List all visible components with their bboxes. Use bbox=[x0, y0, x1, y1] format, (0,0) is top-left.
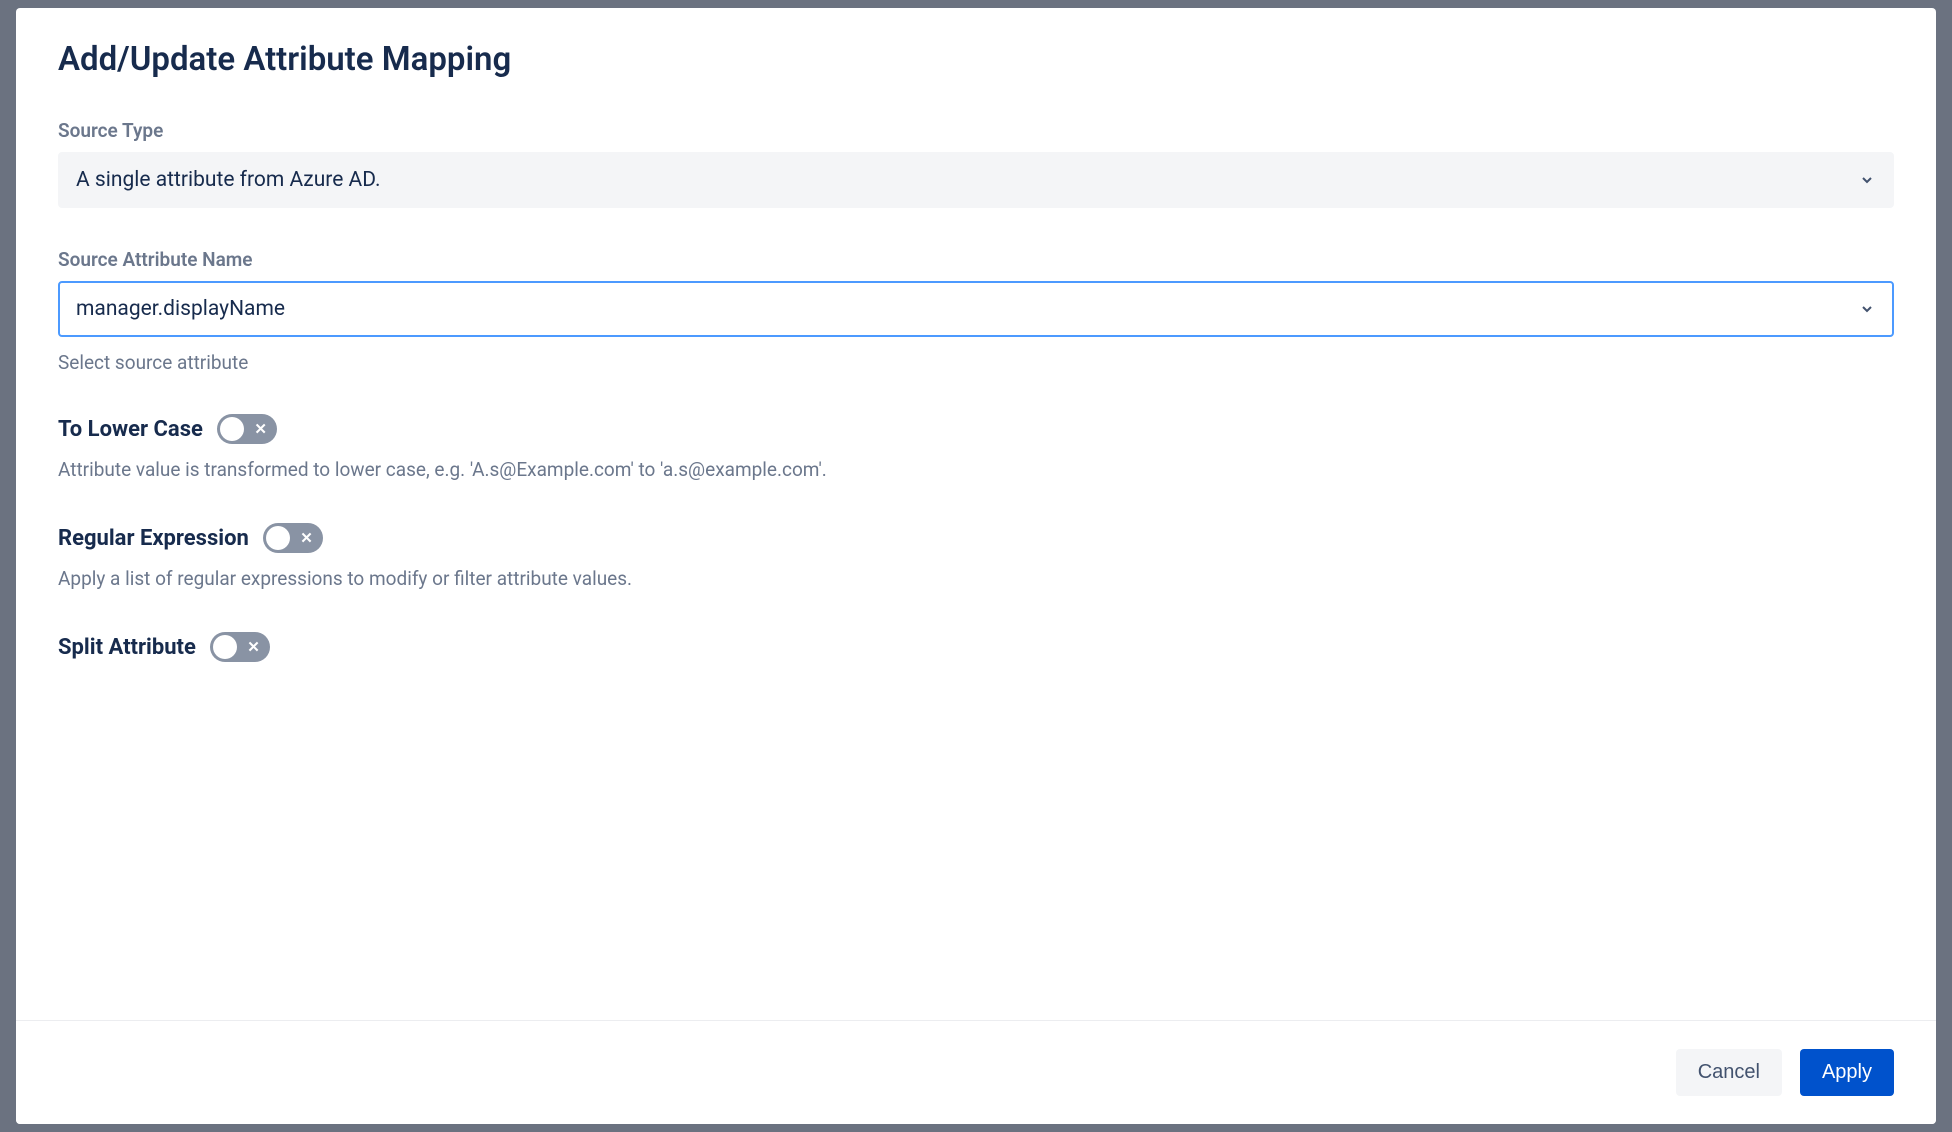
source-attribute-name-select[interactable]: manager.displayName bbox=[58, 281, 1894, 337]
to-lower-case-desc: Attribute value is transformed to lower … bbox=[58, 458, 1894, 481]
regular-expression-section: Regular Expression ✕ Apply a list of reg… bbox=[58, 523, 1894, 590]
source-attribute-name-label: Source Attribute Name bbox=[58, 248, 1894, 271]
cancel-button[interactable]: Cancel bbox=[1676, 1049, 1782, 1096]
close-icon: ✕ bbox=[247, 640, 260, 655]
toggle-knob bbox=[213, 635, 237, 659]
toggle-knob bbox=[266, 526, 290, 550]
source-attribute-name-field: Source Attribute Name manager.displayNam… bbox=[58, 248, 1894, 374]
modal-body[interactable]: Source Type A single attribute from Azur… bbox=[16, 99, 1936, 1020]
source-type-select[interactable]: A single attribute from Azure AD. bbox=[58, 152, 1894, 208]
to-lower-case-title: To Lower Case bbox=[58, 417, 203, 442]
split-attribute-section: Split Attribute ✕ bbox=[58, 632, 1894, 662]
modal-footer: Cancel Apply bbox=[16, 1020, 1936, 1124]
regular-expression-toggle[interactable]: ✕ bbox=[263, 523, 323, 553]
to-lower-case-toggle[interactable]: ✕ bbox=[217, 414, 277, 444]
source-attribute-name-helper: Select source attribute bbox=[58, 351, 1894, 374]
modal-title: Add/Update Attribute Mapping bbox=[58, 40, 1894, 79]
to-lower-case-section: To Lower Case ✕ Attribute value is trans… bbox=[58, 414, 1894, 481]
split-attribute-toggle[interactable]: ✕ bbox=[210, 632, 270, 662]
close-icon: ✕ bbox=[254, 422, 267, 437]
source-type-value: A single attribute from Azure AD. bbox=[76, 168, 381, 192]
attribute-mapping-modal: Add/Update Attribute Mapping Source Type… bbox=[16, 8, 1936, 1124]
modal-header: Add/Update Attribute Mapping bbox=[16, 8, 1936, 99]
regular-expression-title: Regular Expression bbox=[58, 526, 249, 551]
split-attribute-title: Split Attribute bbox=[58, 635, 196, 660]
chevron-down-icon bbox=[1858, 171, 1876, 189]
chevron-down-icon bbox=[1858, 300, 1876, 318]
close-icon: ✕ bbox=[300, 531, 313, 546]
toggle-knob bbox=[220, 417, 244, 441]
apply-button[interactable]: Apply bbox=[1800, 1049, 1894, 1096]
source-type-field: Source Type A single attribute from Azur… bbox=[58, 119, 1894, 208]
source-attribute-name-value: manager.displayName bbox=[76, 297, 285, 321]
regular-expression-desc: Apply a list of regular expressions to m… bbox=[58, 567, 1894, 590]
source-type-label: Source Type bbox=[58, 119, 1894, 142]
